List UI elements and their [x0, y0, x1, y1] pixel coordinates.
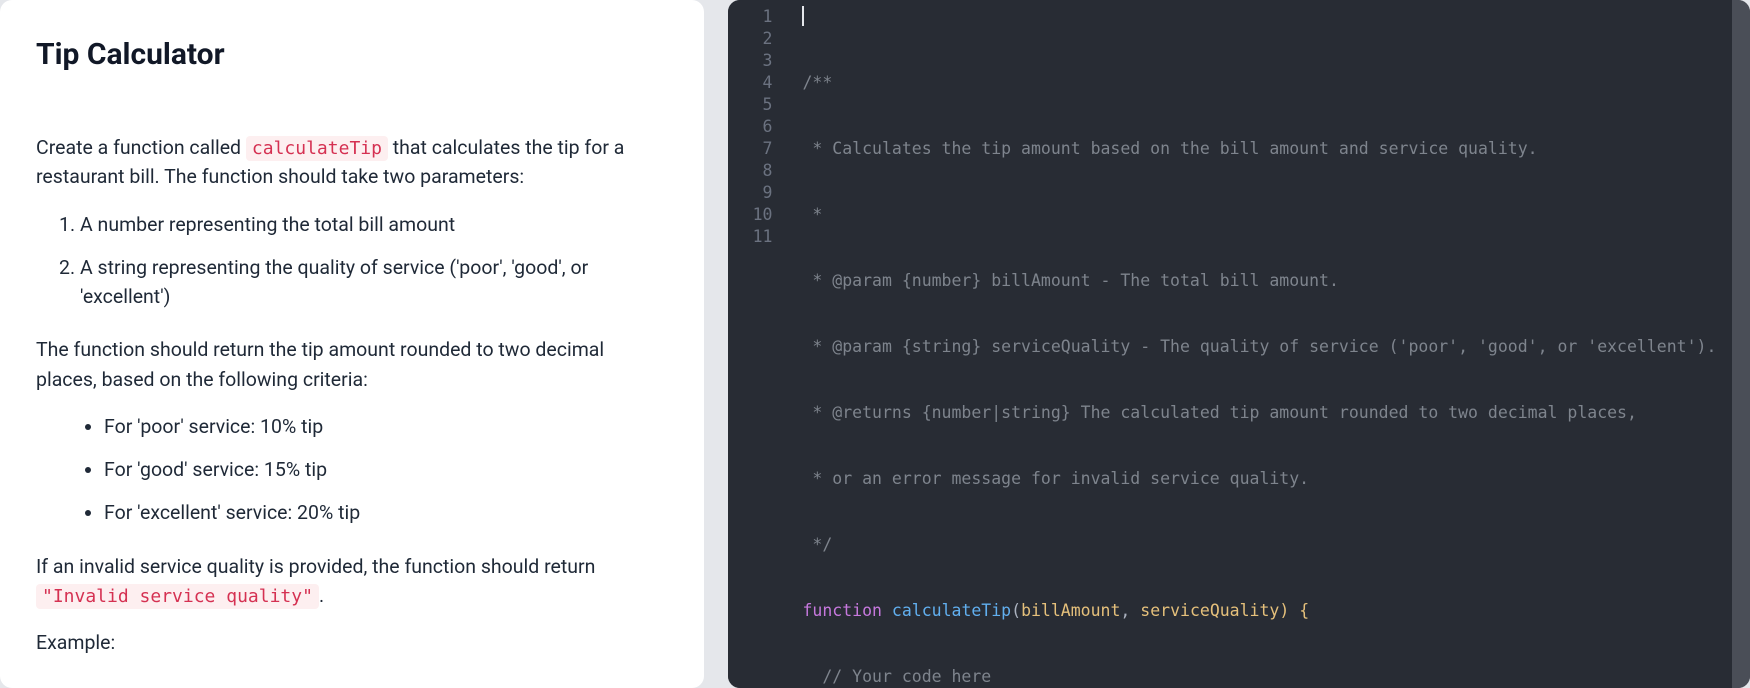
list-item: A number representing the total bill amo…	[80, 210, 668, 239]
brace: {	[1289, 601, 1309, 620]
code-area[interactable]: /** * Calculates the tip amount based on…	[782, 0, 1732, 688]
param: billAmount	[1021, 601, 1120, 620]
code-line: * Calculates the tip amount based on the…	[802, 139, 1537, 158]
code-line: // Your code here	[802, 667, 991, 686]
param: serviceQuality	[1140, 601, 1279, 620]
parameters-list: A number representing the total bill amo…	[80, 210, 668, 312]
list-item: For 'excellent' service: 20% tip	[104, 498, 668, 527]
keyword: function	[802, 601, 881, 620]
code-line: function calculateTip(billAmount, servic…	[802, 600, 1732, 622]
list-item: For 'poor' service: 10% tip	[104, 412, 668, 441]
intro-text-pre: Create a function called	[36, 136, 246, 159]
invalid-return-code: "Invalid service quality"	[36, 584, 319, 609]
editor-panel: 1234567891011 /** * Calculates the tip a…	[728, 0, 1750, 688]
line-number: 7	[736, 138, 772, 160]
invalid-text-pre: If an invalid service quality is provide…	[36, 555, 595, 578]
line-number: 11	[736, 226, 772, 248]
code-editor[interactable]: 1234567891011 /** * Calculates the tip a…	[728, 0, 1750, 688]
function-name: calculateTip	[892, 601, 1011, 620]
code-line: /**	[802, 73, 832, 92]
punct: ,	[1120, 601, 1140, 620]
invalid-description: If an invalid service quality is provide…	[36, 552, 668, 611]
line-number-gutter: 1234567891011	[728, 0, 782, 688]
punct: (	[1011, 601, 1021, 620]
example-label: Example:	[36, 628, 668, 657]
text-cursor	[802, 6, 804, 26]
line-number: 2	[736, 28, 772, 50]
line-number: 1	[736, 6, 772, 28]
return-description: The function should return the tip amoun…	[36, 335, 668, 394]
problem-title: Tip Calculator	[36, 32, 668, 77]
line-number: 9	[736, 182, 772, 204]
code-line: * @returns {number|string} The calculate…	[802, 403, 1636, 422]
code-line: * @param {number} billAmount - The total…	[802, 271, 1338, 290]
code-line: *	[802, 205, 822, 224]
line-number: 5	[736, 94, 772, 116]
problem-intro: Create a function called calculateTip th…	[36, 133, 668, 192]
list-item: For 'good' service: 15% tip	[104, 455, 668, 484]
line-number: 4	[736, 72, 772, 94]
invalid-text-post: .	[319, 584, 324, 607]
intro-function-name-code: calculateTip	[246, 136, 388, 161]
line-number: 6	[736, 116, 772, 138]
line-number: 10	[736, 204, 772, 226]
line-number: 8	[736, 160, 772, 182]
criteria-list: For 'poor' service: 10% tip For 'good' s…	[104, 412, 668, 528]
list-item: A string representing the quality of ser…	[80, 253, 668, 312]
line-number: 3	[736, 50, 772, 72]
code-line: */	[802, 535, 832, 554]
code-line: * @param {string} serviceQuality - The q…	[802, 337, 1716, 356]
problem-description-panel: Tip Calculator Create a function called …	[0, 0, 704, 688]
punct: )	[1279, 601, 1289, 620]
code-line: * or an error message for invalid servic…	[802, 469, 1309, 488]
